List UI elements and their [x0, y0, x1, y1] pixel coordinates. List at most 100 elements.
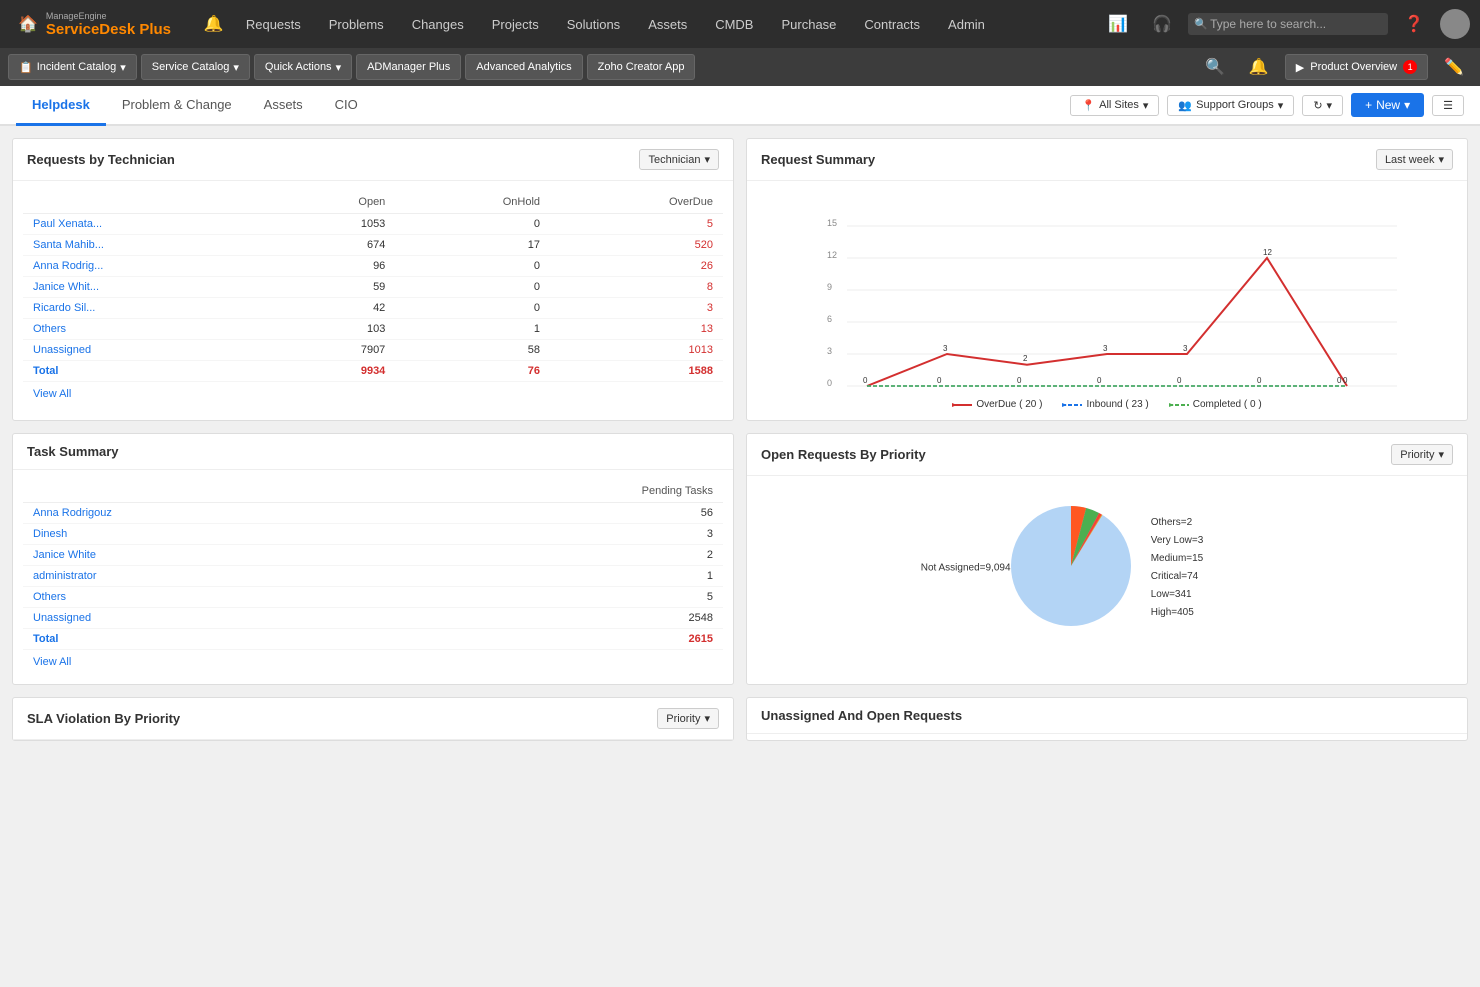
- legend-others: Others=2: [1151, 514, 1204, 532]
- nav-solutions[interactable]: Solutions: [553, 0, 634, 48]
- request-summary-card: Request Summary Last week ▾ 0 3 6 9 12 1…: [746, 138, 1468, 421]
- pie-chart-area: Not Assigned=9,094: [1011, 506, 1131, 629]
- admanager-button[interactable]: ADManager Plus: [356, 54, 461, 80]
- table-row: Ricardo Sil... 42 0 3: [23, 298, 723, 319]
- menu-button[interactable]: ☰: [1432, 95, 1464, 116]
- main-content: Requests by Technician Technician ▾ Open…: [0, 126, 1480, 753]
- toolbar-right: 🔍 🔔 ▶ Product Overview 1 ✏️: [1197, 53, 1472, 81]
- total-open: 9934: [269, 361, 396, 382]
- sla-filter-chevron: ▾: [704, 712, 710, 725]
- legend-overdue: OverDue ( 20 ): [952, 399, 1042, 410]
- task-count: 1: [387, 566, 723, 587]
- pie-legend: Others=2 Very Low=3 Medium=15 Critical=7…: [1151, 514, 1204, 622]
- headset-icon[interactable]: 🎧: [1144, 10, 1180, 38]
- nav-projects[interactable]: Projects: [478, 0, 553, 48]
- incident-catalog-button[interactable]: 📋 Incident Catalog ▾: [8, 54, 137, 80]
- requests-by-technician-header: Requests by Technician Technician ▾: [13, 139, 733, 181]
- table-row: Paul Xenata... 1053 0 5: [23, 214, 723, 235]
- line-chart: 0 3 6 9 12 15 Sun Mon Tue: [757, 191, 1457, 391]
- user-avatar[interactable]: [1440, 9, 1470, 39]
- chart-legend: OverDue ( 20 ) Inbound ( 23 ) Completed …: [757, 399, 1457, 410]
- nav-requests[interactable]: Requests: [232, 0, 315, 48]
- tech-name: Anna Rodrig...: [23, 256, 269, 277]
- home-button[interactable]: 🏠: [10, 10, 46, 38]
- sla-filter-button[interactable]: Priority ▾: [657, 708, 719, 729]
- group-icon: 👥: [1178, 99, 1192, 112]
- toolbar-bell-icon[interactable]: 🔔: [1241, 53, 1277, 81]
- nav-cmdb[interactable]: CMDB: [701, 0, 767, 48]
- legend-completed: Completed ( 0 ): [1169, 399, 1262, 410]
- tech-open: 7907: [269, 340, 396, 361]
- search-input[interactable]: [1188, 13, 1388, 35]
- legend-medium: Medium=15: [1151, 550, 1204, 568]
- service-catalog-button[interactable]: Service Catalog ▾: [141, 54, 250, 80]
- task-name: administrator: [23, 566, 387, 587]
- notification-bell-icon[interactable]: 🔔: [196, 10, 232, 38]
- list-item: Janice White 2: [23, 545, 723, 566]
- svg-text:0: 0: [1257, 376, 1262, 385]
- zoho-button[interactable]: Zoho Creator App: [587, 54, 696, 80]
- tech-name: Others: [23, 319, 269, 340]
- service-catalog-chevron: ▾: [233, 61, 239, 74]
- all-sites-button[interactable]: 📍 All Sites ▾: [1070, 95, 1159, 116]
- svg-text:0: 0: [1097, 376, 1102, 385]
- tech-onhold: 0: [395, 256, 550, 277]
- tech-onhold: 1: [395, 319, 550, 340]
- refresh-icon: ↻: [1313, 99, 1322, 112]
- task-col-pending: Pending Tasks: [387, 480, 723, 503]
- tab-problem-change[interactable]: Problem & Change: [106, 86, 248, 126]
- refresh-button[interactable]: ↻ ▾: [1302, 95, 1343, 116]
- open-requests-priority-title: Open Requests By Priority: [761, 447, 926, 462]
- tech-name: Unassigned: [23, 340, 269, 361]
- svg-text:0: 0: [1017, 376, 1022, 385]
- product-overview-button[interactable]: ▶ Product Overview 1: [1285, 54, 1428, 80]
- nav-admin[interactable]: Admin: [934, 0, 999, 48]
- priority-filter-button[interactable]: Priority ▾: [1391, 444, 1453, 465]
- toolbar-edit-icon[interactable]: ✏️: [1436, 53, 1472, 81]
- toolbar-search-icon[interactable]: 🔍: [1197, 53, 1233, 81]
- nav-changes[interactable]: Changes: [398, 0, 478, 48]
- tab-helpdesk[interactable]: Helpdesk: [16, 86, 106, 126]
- list-item: Others 5: [23, 587, 723, 608]
- refresh-chevron: ▾: [1327, 99, 1333, 112]
- support-groups-button[interactable]: 👥 Support Groups ▾: [1167, 95, 1294, 116]
- legend-inbound: Inbound ( 23 ): [1062, 399, 1148, 410]
- task-name: Janice White: [23, 545, 387, 566]
- legend-critical: Critical=74: [1151, 568, 1204, 586]
- quick-actions-button[interactable]: Quick Actions ▾: [254, 54, 352, 80]
- technician-filter-chevron: ▾: [704, 153, 710, 166]
- search-icon: 🔍: [1194, 18, 1208, 31]
- tech-onhold: 0: [395, 214, 550, 235]
- support-groups-chevron: ▾: [1278, 99, 1284, 112]
- tab-cio[interactable]: CIO: [319, 86, 374, 126]
- incident-catalog-chevron: ▾: [120, 61, 126, 74]
- top-navigation: 🏠 ManageEngine ServiceDesk Plus 🔔 Reques…: [0, 0, 1480, 48]
- nav-contracts[interactable]: Contracts: [850, 0, 934, 48]
- toolbar: 📋 Incident Catalog ▾ Service Catalog ▾ Q…: [0, 48, 1480, 86]
- task-view-all[interactable]: View All: [23, 650, 81, 674]
- svg-text:0: 0: [863, 376, 868, 385]
- task-name: Unassigned: [23, 608, 387, 629]
- analytics-icon[interactable]: 📊: [1100, 10, 1136, 38]
- table-row: Janice Whit... 59 0 8: [23, 277, 723, 298]
- request-summary-filter[interactable]: Last week ▾: [1376, 149, 1453, 170]
- tech-overdue: 3: [550, 298, 723, 319]
- tech-overdue: 1013: [550, 340, 723, 361]
- task-summary-title: Task Summary: [27, 444, 119, 459]
- unassigned-open-header: Unassigned And Open Requests: [747, 698, 1467, 734]
- advanced-analytics-button[interactable]: Advanced Analytics: [465, 54, 582, 80]
- tech-name: Paul Xenata...: [23, 214, 269, 235]
- legend-completed-label: Completed ( 0 ): [1193, 399, 1262, 410]
- new-button[interactable]: + New ▾: [1351, 93, 1424, 117]
- brand-logo: ManageEngine ServiceDesk Plus: [46, 11, 176, 38]
- requests-view-all[interactable]: View All: [23, 382, 81, 406]
- tab-assets[interactable]: Assets: [248, 86, 319, 126]
- tech-open: 96: [269, 256, 396, 277]
- nav-problems[interactable]: Problems: [315, 0, 398, 48]
- open-requests-priority-card: Open Requests By Priority Priority ▾ Not…: [746, 433, 1468, 685]
- help-icon[interactable]: ❓: [1396, 10, 1432, 38]
- technician-filter-button[interactable]: Technician ▾: [639, 149, 719, 170]
- svg-text:0: 0: [1337, 376, 1342, 385]
- nav-assets[interactable]: Assets: [634, 0, 701, 48]
- nav-purchase[interactable]: Purchase: [767, 0, 850, 48]
